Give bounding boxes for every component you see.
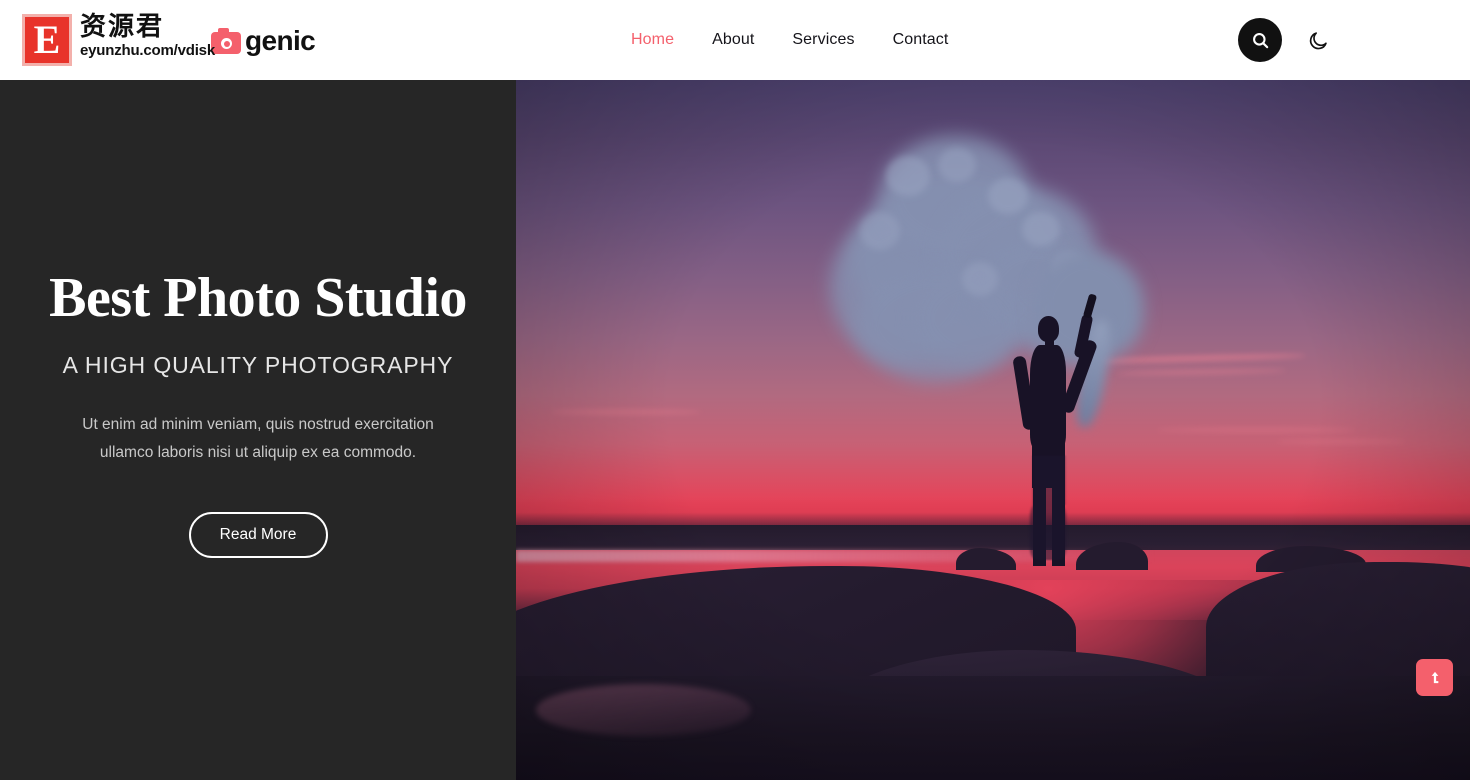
search-button[interactable] <box>1238 18 1282 62</box>
person-reflection <box>1002 455 1112 560</box>
brand-logo[interactable]: genic <box>211 25 316 57</box>
cloud-wisp <box>1156 428 1356 432</box>
site-header: genic Home About Services Contact <box>0 0 1470 80</box>
cloud-wisp <box>1276 440 1406 443</box>
watermark-logo: E 资源君 eyunzhu.com/vdisk <box>22 12 215 66</box>
nav-item-home[interactable]: Home <box>612 31 693 49</box>
watermark-cn-name: 资源君 <box>80 12 165 42</box>
hero-photo <box>516 80 1470 780</box>
watermark-url: eyunzhu.com/vdisk <box>80 42 215 60</box>
hero-description: Ut enim ad minim veniam, quis nostrud ex… <box>82 415 434 462</box>
nav-item-contact[interactable]: Contact <box>874 31 968 49</box>
main-nav: Home About Services Contact <box>612 0 967 80</box>
header-tools <box>1238 0 1336 80</box>
watermark-badge-icon: E <box>22 14 72 66</box>
arrow-up-icon <box>1431 671 1438 684</box>
hero-subtitle: A HIGH QUALITY PHOTOGRAPHY <box>62 351 454 378</box>
read-more-button[interactable]: Read More <box>188 511 328 558</box>
moon-icon <box>1309 31 1327 49</box>
camera-icon <box>211 26 241 56</box>
search-icon <box>1252 32 1268 48</box>
foreground-puddle <box>536 684 751 736</box>
watermark-badge-letter: E <box>33 17 61 62</box>
dark-mode-toggle[interactable] <box>1300 22 1336 58</box>
brand-name: genic <box>245 25 316 56</box>
cloud-wisp <box>551 410 701 414</box>
back-to-top-button[interactable] <box>1416 659 1453 696</box>
hero-text-panel: Best Photo Studio A HIGH QUALITY PHOTOGR… <box>0 80 516 780</box>
nav-item-about[interactable]: About <box>693 31 773 49</box>
hero-section: Best Photo Studio A HIGH QUALITY PHOTOGR… <box>0 80 1470 780</box>
nav-item-services[interactable]: Services <box>773 31 873 49</box>
page-title: Best Photo Studio <box>49 267 467 330</box>
